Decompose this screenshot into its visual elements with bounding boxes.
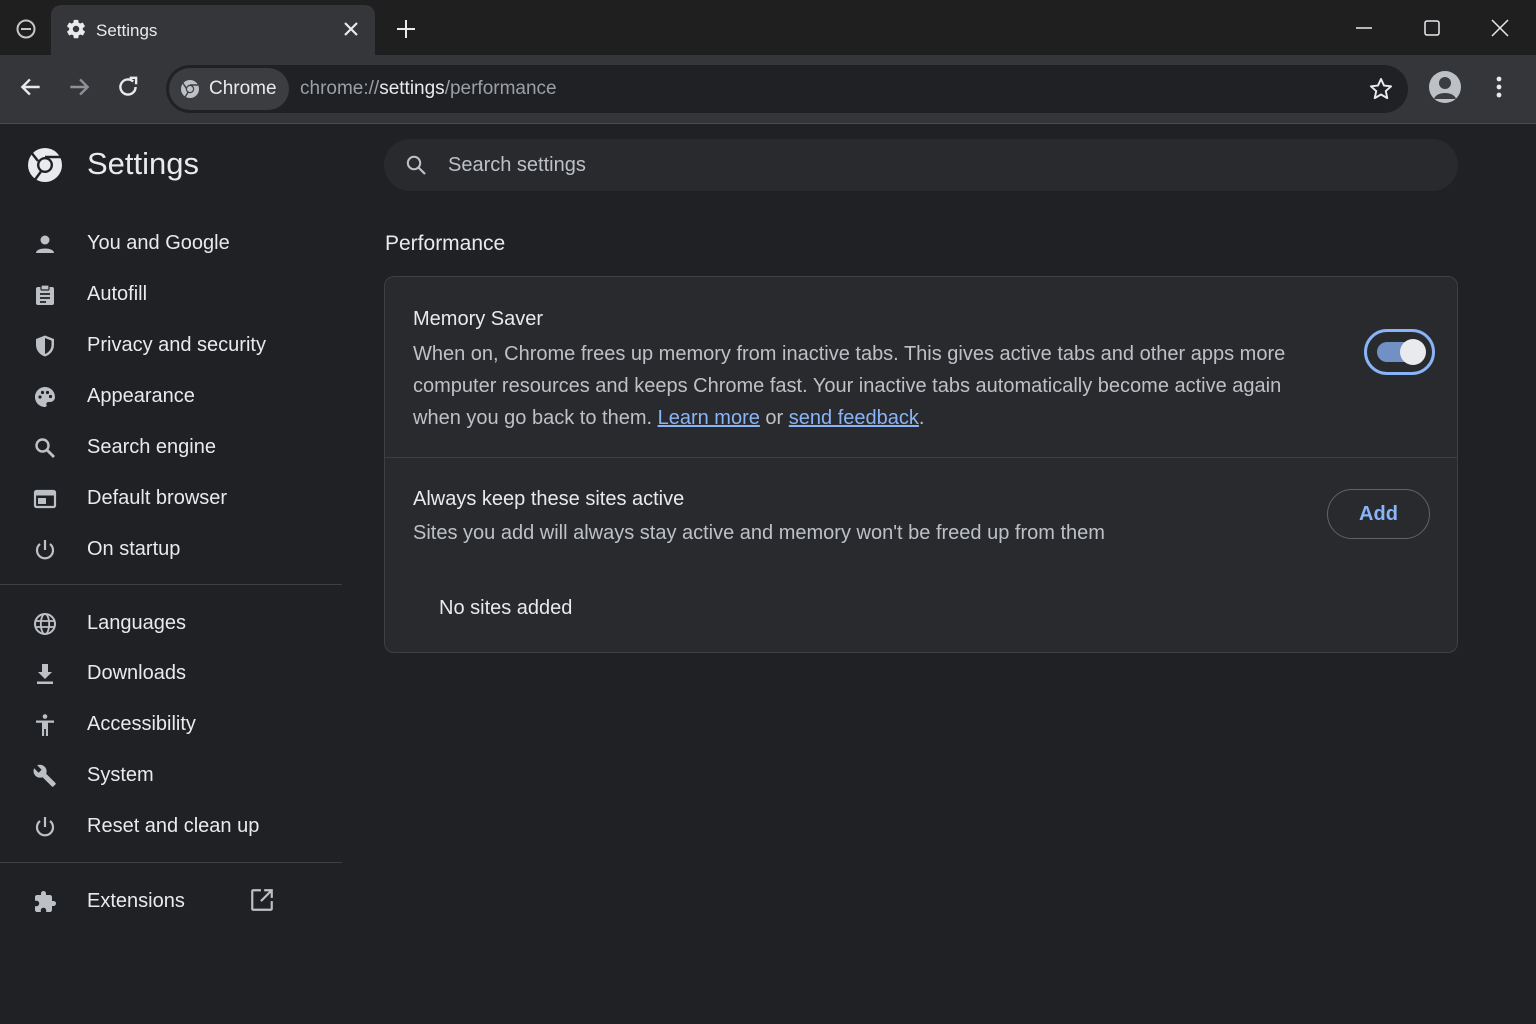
sidebar-item-label: Default browser <box>87 487 228 509</box>
sidebar-item-reset[interactable]: Reset and clean up <box>0 803 342 849</box>
sidebar-item-extensions[interactable]: Extensions <box>0 878 342 924</box>
keep-active-title: Always keep these sites active <box>413 488 685 510</box>
chrome-logo-icon <box>28 148 62 182</box>
sidebar-divider <box>0 584 342 585</box>
sidebar-item-label: Languages <box>87 612 186 634</box>
sidebar-item-label: Search engine <box>87 436 216 458</box>
sidebar-item-downloads[interactable]: Downloads <box>0 650 342 696</box>
search-icon <box>31 434 59 462</box>
memory-saver-description: When on, Chrome frees up memory from ina… <box>413 338 1293 434</box>
arrow-forward-icon <box>70 78 90 96</box>
tab-strip: Settings <box>0 0 1536 55</box>
settings-title: Settings <box>87 146 200 181</box>
chrome-logo-icon <box>181 80 199 99</box>
person-icon <box>1434 77 1456 99</box>
close-icon <box>344 22 358 36</box>
sidebar-item-system[interactable]: System <box>0 752 342 798</box>
sidebar-item-appearance[interactable]: Appearance <box>0 373 342 419</box>
maximize-icon <box>1424 20 1440 36</box>
section-title: Performance <box>385 232 506 255</box>
open-in-new-icon <box>251 889 273 911</box>
download-icon <box>31 660 59 688</box>
close-window-icon <box>1491 19 1509 37</box>
window-close-button[interactable] <box>1484 12 1516 44</box>
omnibox[interactable]: Chrome chrome://settings/performance <box>166 65 1408 113</box>
chip-label: Chrome <box>209 78 277 99</box>
no-sites-text: No sites added <box>439 597 573 619</box>
url-path: /performance <box>444 78 557 99</box>
sidebar-item-label: On startup <box>87 538 181 560</box>
tab-title: Settings <box>96 21 158 40</box>
gear-icon <box>67 19 85 39</box>
sidebar-divider <box>0 862 342 863</box>
search-icon <box>406 155 426 175</box>
forward-button[interactable] <box>63 71 95 103</box>
shield-icon <box>31 332 59 360</box>
globe-icon <box>31 610 59 638</box>
sidebar-item-on-startup[interactable]: On startup <box>0 526 342 572</box>
maximize-button[interactable] <box>1416 12 1448 44</box>
desc-period: . <box>918 407 925 429</box>
toolbar: Chrome chrome://settings/performance <box>0 55 1536 124</box>
url-scheme: chrome:// <box>300 78 380 99</box>
palette-icon <box>31 383 59 411</box>
url-host: settings <box>379 78 445 99</box>
sidebar-item-label: Appearance <box>87 385 195 407</box>
plus-icon <box>397 20 415 38</box>
bookmark-star-icon[interactable] <box>1368 76 1394 102</box>
person-icon <box>31 230 59 258</box>
memory-saver-toggle[interactable] <box>1364 329 1435 375</box>
site-info-chip[interactable]: Chrome <box>169 68 289 110</box>
accessibility-icon <box>31 711 59 739</box>
sidebar-item-label: Autofill <box>87 283 148 305</box>
sidebar-item-label: Downloads <box>87 662 186 684</box>
sidebar-item-label: Extensions <box>87 890 185 912</box>
wrench-icon <box>31 762 59 790</box>
desc-or-text: or <box>759 407 789 429</box>
sidebar-item-label: Privacy and security <box>87 334 266 356</box>
memory-saver-title: Memory Saver <box>413 308 544 330</box>
minimize-icon <box>1356 27 1372 29</box>
url-text[interactable]: chrome://settings/performance <box>300 78 557 100</box>
keep-active-description: Sites you add will always stay active an… <box>413 522 1105 544</box>
sidebar-item-accessibility[interactable]: Accessibility <box>0 701 342 747</box>
tab-search-button[interactable] <box>10 14 42 44</box>
sidebar-item-label: Reset and clean up <box>87 815 260 837</box>
sidebar-item-label: System <box>87 764 154 786</box>
tab-search-icon <box>16 19 36 39</box>
toggle-knob <box>1400 339 1426 365</box>
add-site-button[interactable]: Add <box>1327 489 1430 539</box>
sidebar-item-search-engine[interactable]: Search engine <box>0 424 342 470</box>
arrow-back-icon <box>20 78 40 96</box>
card-divider <box>385 457 1457 458</box>
minimize-button[interactable] <box>1348 12 1380 44</box>
power-icon <box>31 536 59 564</box>
sidebar-item-you-and-google[interactable]: You and Google <box>0 220 342 266</box>
sidebar-item-autofill[interactable]: Autofill <box>0 271 342 317</box>
chrome-menu-button[interactable] <box>1485 71 1513 103</box>
sidebar-item-languages[interactable]: Languages <box>0 600 342 646</box>
puzzle-icon <box>31 888 59 916</box>
sidebar-item-label: You and Google <box>87 232 230 254</box>
clipboard-icon <box>31 281 59 309</box>
profile-avatar[interactable] <box>1429 71 1461 103</box>
search-settings-box <box>384 139 1458 191</box>
reload-button[interactable] <box>112 71 144 103</box>
search-input[interactable] <box>448 139 1428 191</box>
performance-card: Memory Saver When on, Chrome frees up me… <box>384 276 1458 653</box>
browser-icon <box>31 485 59 513</box>
reload-icon <box>119 76 138 96</box>
tab-settings[interactable]: Settings <box>51 5 375 55</box>
new-tab-button[interactable] <box>392 15 420 43</box>
back-button[interactable] <box>15 71 47 103</box>
sidebar-item-label: Accessibility <box>87 713 196 735</box>
sidebar-item-privacy[interactable]: Privacy and security <box>0 322 342 368</box>
restore-icon <box>31 813 59 841</box>
send-feedback-link[interactable]: send feedback <box>789 407 919 429</box>
sidebar-item-default-browser[interactable]: Default browser <box>0 475 342 521</box>
more-vert-icon <box>1496 76 1502 98</box>
tab-close-button[interactable] <box>339 17 363 41</box>
learn-more-link[interactable]: Learn more <box>658 407 760 429</box>
